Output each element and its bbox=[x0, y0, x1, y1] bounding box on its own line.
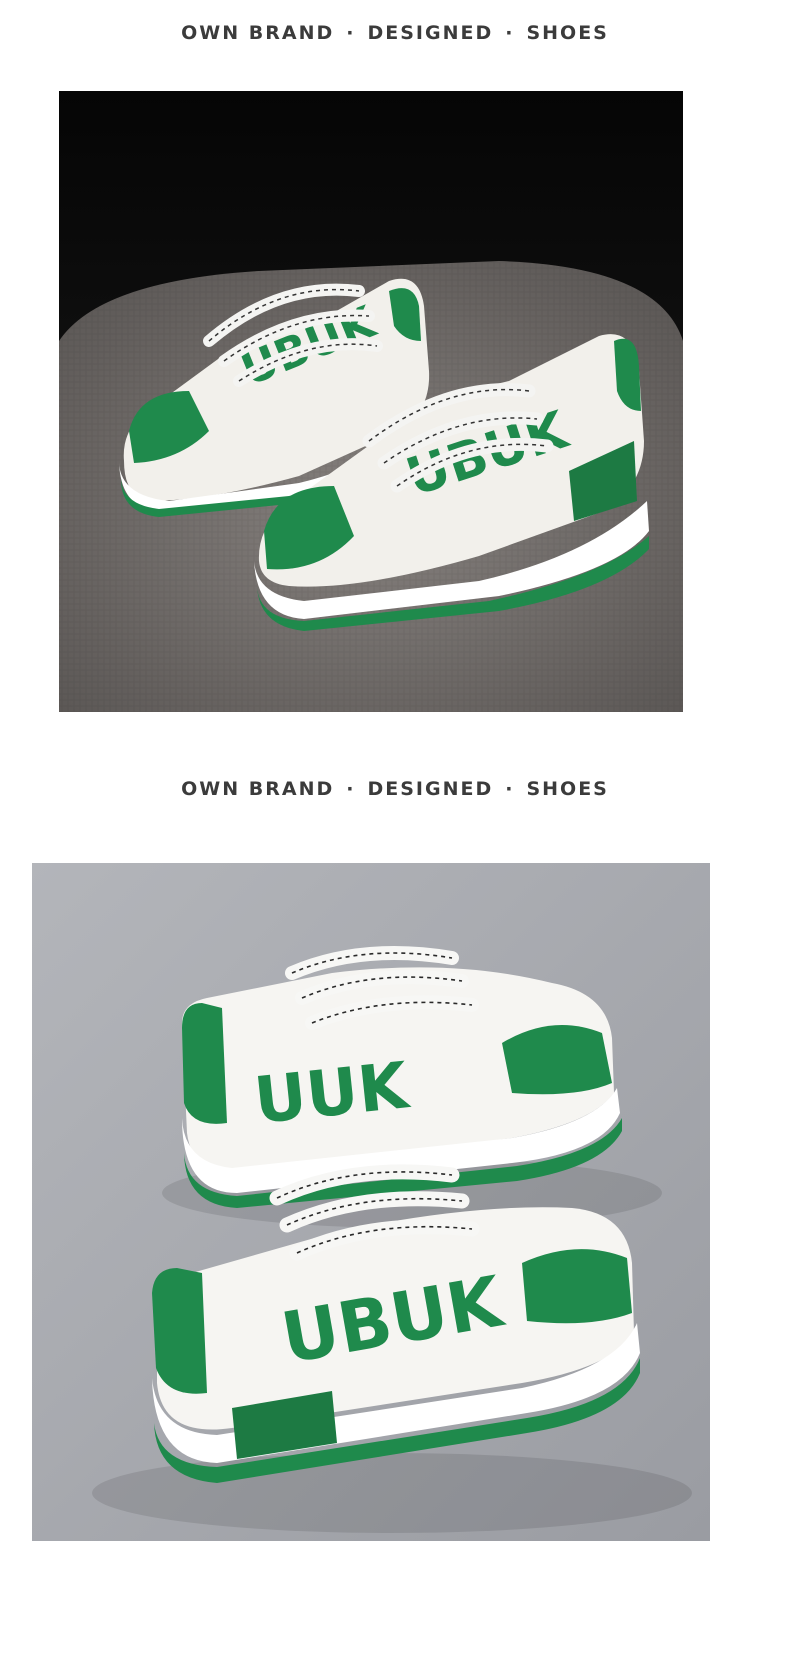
sneaker-pair-photo-icon: UBUK UBUK bbox=[59, 91, 683, 712]
heading-separator: · bbox=[505, 22, 515, 44]
section-heading-1: OWN BRAND · DESIGNED · SHOES bbox=[0, 22, 790, 44]
heading-part-own-brand: OWN BRAND bbox=[181, 778, 335, 800]
heading-part-shoes: SHOES bbox=[526, 778, 609, 800]
heading-separator: · bbox=[346, 22, 356, 44]
heading-part-shoes: SHOES bbox=[526, 22, 609, 44]
heading-part-own-brand: OWN BRAND bbox=[181, 22, 335, 44]
heading-part-designed: DESIGNED bbox=[367, 22, 494, 44]
heading-separator: · bbox=[346, 778, 356, 800]
heading-part-designed: DESIGNED bbox=[367, 778, 494, 800]
product-photo-2: UUK UBUK bbox=[32, 863, 710, 1541]
section-heading-2: OWN BRAND · DESIGNED · SHOES bbox=[0, 778, 790, 800]
heading-separator: · bbox=[505, 778, 515, 800]
sneaker-pair-photo-icon: UUK UBUK bbox=[32, 863, 710, 1541]
product-photo-1: UBUK UBUK bbox=[59, 91, 683, 712]
